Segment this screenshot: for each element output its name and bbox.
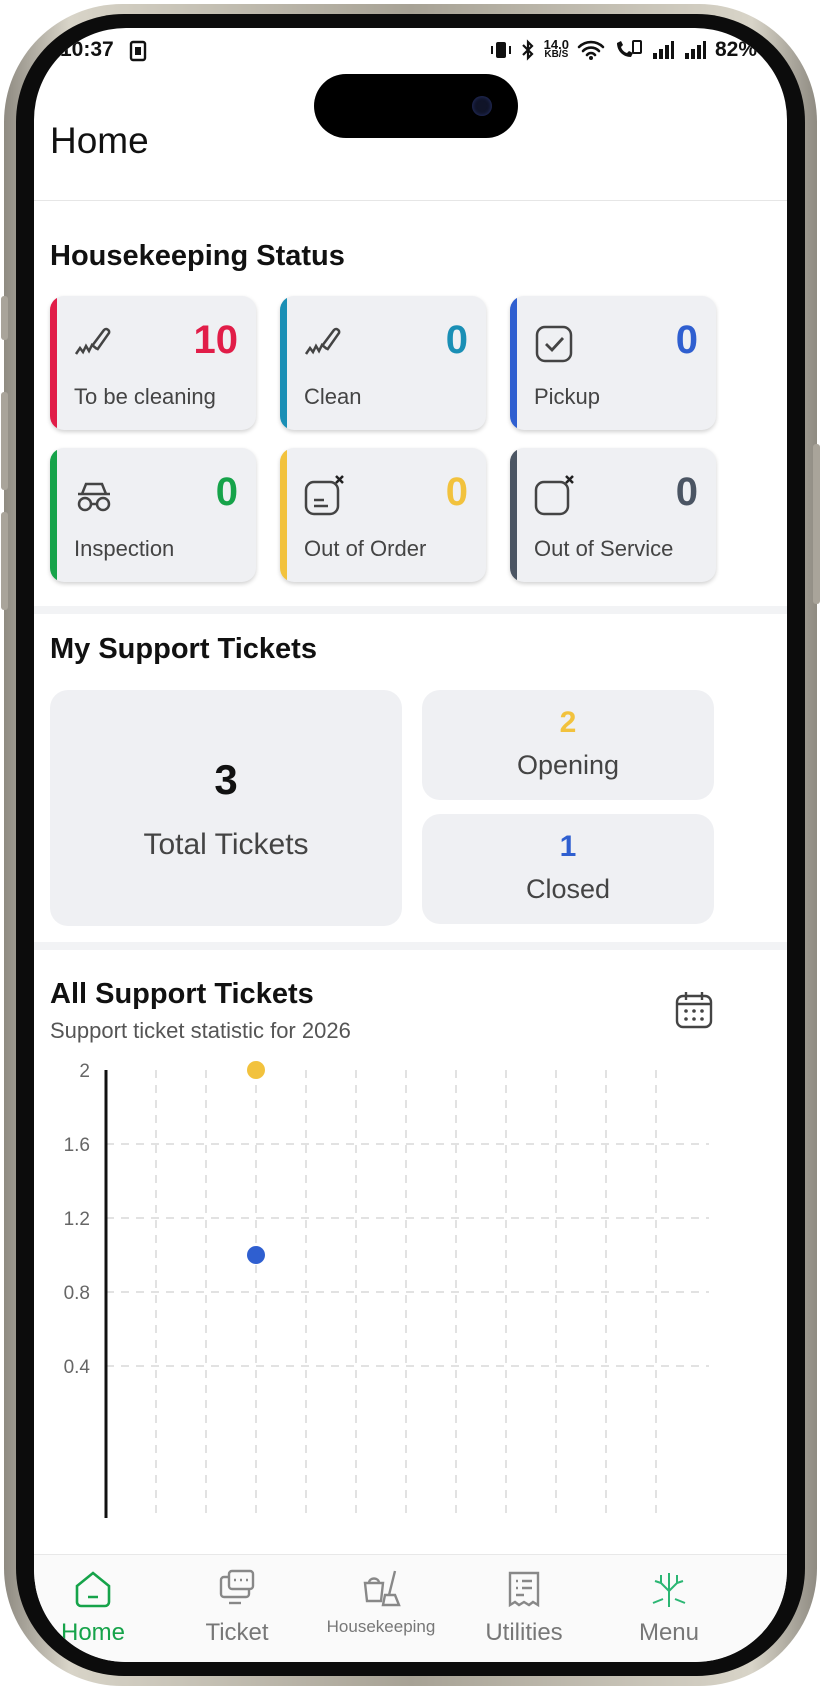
y-tick-label: 1.2 bbox=[64, 1209, 90, 1230]
y-tick-label: 0.8 bbox=[64, 1283, 90, 1304]
hk-card-accent bbox=[510, 296, 517, 430]
hk-card-to-be-cleaning[interactable]: 10 To be cleaning bbox=[50, 296, 256, 430]
hk-label: Clean bbox=[304, 384, 362, 409]
network-speed: 14.0 KB/S bbox=[543, 37, 569, 60]
section-separator bbox=[34, 606, 787, 614]
signal-icon bbox=[652, 41, 674, 59]
menu-tree-icon bbox=[652, 1573, 686, 1607]
checkbox-icon bbox=[535, 325, 573, 363]
hk-card-accent bbox=[50, 296, 57, 430]
nav-label: Housekeeping bbox=[326, 1617, 436, 1636]
data-point bbox=[247, 1061, 265, 1079]
nav-menu[interactable]: Menu bbox=[594, 1555, 744, 1662]
spy-glasses-icon bbox=[77, 482, 111, 512]
y-tick-label: 0.4 bbox=[64, 1357, 91, 1378]
nav-utilities[interactable]: Utilities bbox=[449, 1555, 599, 1662]
nav-label: Ticket bbox=[205, 1619, 269, 1646]
closed-tickets-card[interactable]: 1 Closed bbox=[422, 814, 714, 924]
all-tickets-heading: All Support Tickets bbox=[50, 978, 314, 1010]
home-icon bbox=[75, 1571, 111, 1608]
hk-card-accent bbox=[510, 448, 517, 582]
signal-icon-2 bbox=[684, 41, 706, 59]
header-divider bbox=[34, 200, 787, 201]
hk-count: 0 bbox=[675, 318, 698, 362]
total-tickets-card[interactable]: 3 Total Tickets bbox=[50, 690, 402, 926]
wifi-icon bbox=[577, 40, 605, 60]
nav-label: Menu bbox=[638, 1619, 700, 1646]
opening-tickets-value: 2 bbox=[559, 706, 577, 739]
total-tickets-label: Total Tickets bbox=[143, 828, 309, 861]
hk-label: Pickup bbox=[534, 384, 601, 409]
camera-icon bbox=[472, 96, 492, 116]
all-tickets-subtitle: Support ticket statistic for 2026 bbox=[50, 1018, 351, 1043]
housekeeping-heading: Housekeeping Status bbox=[50, 240, 345, 272]
nav-housekeeping[interactable]: Housekeeping bbox=[306, 1555, 456, 1662]
hk-card-accent bbox=[280, 296, 287, 430]
nav-home[interactable]: Home bbox=[34, 1555, 168, 1662]
action-button bbox=[1, 296, 8, 340]
hk-card-out-of-service[interactable]: 0 Out of Service bbox=[510, 448, 716, 582]
bluetooth-icon bbox=[521, 39, 534, 61]
hk-card-accent bbox=[50, 448, 57, 582]
hk-label: Out of Service bbox=[534, 536, 674, 561]
hk-count: 0 bbox=[675, 470, 698, 514]
app-screen: 10:37 14.0 KB/S 82% Home Housekeeping Sta… bbox=[34, 28, 787, 1662]
nav-label: Home bbox=[60, 1619, 126, 1646]
volume-up-button bbox=[1, 392, 8, 490]
sim-icon bbox=[129, 40, 147, 62]
ticket-chat-icon bbox=[219, 1569, 255, 1605]
page-title: Home bbox=[50, 120, 149, 161]
brush-icon bbox=[304, 327, 341, 355]
hk-count: 0 bbox=[215, 470, 238, 514]
dynamic-island bbox=[314, 74, 518, 138]
power-button bbox=[813, 444, 820, 604]
battery-percent: 82% bbox=[714, 38, 757, 61]
data-point bbox=[247, 1246, 265, 1264]
out-of-service-icon bbox=[534, 475, 574, 516]
hk-card-accent bbox=[280, 448, 287, 582]
hk-count: 0 bbox=[445, 318, 468, 362]
y-tick-label: 1.6 bbox=[64, 1135, 90, 1156]
volte-call-icon bbox=[616, 40, 642, 57]
section-separator bbox=[34, 942, 787, 950]
ticket-scatter-chart: 2 1.6 1.2 0.8 0.4 bbox=[64, 1061, 709, 1518]
total-tickets-value: 3 bbox=[214, 756, 238, 803]
closed-tickets-value: 1 bbox=[559, 830, 577, 863]
hk-count: 10 bbox=[193, 318, 239, 362]
hk-label: Out of Order bbox=[304, 536, 427, 561]
calendar-icon[interactable] bbox=[674, 990, 714, 1030]
housekeeping-icon bbox=[363, 1570, 401, 1607]
nav-label: Utilities bbox=[485, 1619, 563, 1646]
out-of-order-icon bbox=[304, 475, 344, 516]
hk-count: 0 bbox=[445, 470, 468, 514]
opening-tickets-label: Opening bbox=[516, 750, 620, 780]
hk-card-out-of-order[interactable]: 0 Out of Order bbox=[280, 448, 486, 582]
hk-card-clean[interactable]: 0 Clean bbox=[280, 296, 486, 430]
nav-ticket[interactable]: Ticket bbox=[162, 1555, 312, 1662]
status-time: 10:37 bbox=[60, 38, 114, 61]
hk-label: To be cleaning bbox=[74, 384, 216, 409]
hk-label: Inspection bbox=[74, 536, 175, 561]
closed-tickets-label: Closed bbox=[525, 874, 611, 904]
utilities-icon bbox=[508, 1571, 540, 1608]
vibrate-icon bbox=[490, 42, 511, 58]
hk-card-inspection[interactable]: 0 Inspection bbox=[50, 448, 256, 582]
volume-down-button bbox=[1, 512, 8, 610]
bottom-nav: Home Ticket Housekeeping Utilities Menu bbox=[34, 1554, 787, 1662]
hk-card-pickup[interactable]: 0 Pickup bbox=[510, 296, 716, 430]
brush-icon bbox=[74, 327, 111, 355]
tickets-heading: My Support Tickets bbox=[50, 633, 317, 665]
y-tick-label: 2 bbox=[79, 1061, 90, 1082]
opening-tickets-card[interactable]: 2 Opening bbox=[422, 690, 714, 800]
